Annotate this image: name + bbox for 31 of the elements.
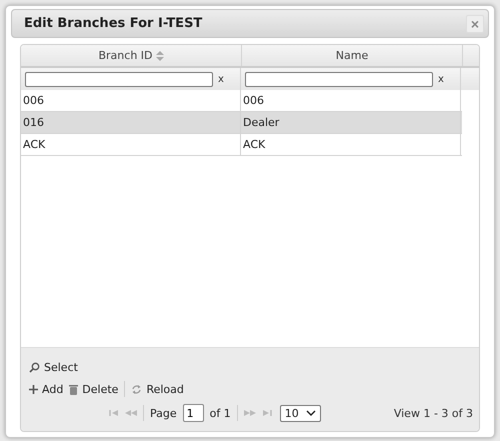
next-page-icon[interactable] bbox=[244, 409, 256, 417]
last-page-icon[interactable] bbox=[262, 409, 272, 417]
first-page-icon[interactable] bbox=[109, 409, 119, 417]
table-cell: 006 bbox=[21, 90, 241, 111]
table-cell: 006 bbox=[241, 90, 461, 111]
page-size-select[interactable]: 10 bbox=[280, 404, 321, 422]
record-summary: View 1 - 3 of 3 bbox=[394, 406, 473, 420]
page-label: Page bbox=[150, 406, 177, 420]
table-cell: 016 bbox=[21, 112, 241, 133]
reload-button[interactable]: Reload bbox=[131, 382, 184, 396]
table-row[interactable]: 016 Dealer bbox=[21, 112, 462, 134]
table-row[interactable]: ACK ACK bbox=[21, 134, 462, 156]
filter-field[interactable] bbox=[245, 72, 433, 86]
table-cell: ACK bbox=[241, 134, 461, 155]
reload-icon bbox=[131, 384, 142, 394]
table-cell: ACK bbox=[21, 134, 241, 155]
page-count: of 1 bbox=[210, 406, 231, 420]
filter-field[interactable] bbox=[25, 72, 213, 86]
dialog-title: Edit Branches For I-TEST bbox=[24, 16, 202, 31]
plus-icon bbox=[29, 384, 38, 394]
clear-filter-button[interactable]: x bbox=[213, 74, 224, 84]
chevron-icon bbox=[306, 410, 316, 416]
clear-filter-button[interactable]: x bbox=[433, 74, 444, 84]
add-button[interactable]: Add bbox=[29, 382, 64, 396]
page-field[interactable]: 1 bbox=[182, 404, 204, 422]
select-button[interactable]: Select bbox=[29, 361, 78, 374]
table-cell: Dealer bbox=[241, 112, 461, 133]
previous-page-icon[interactable] bbox=[125, 409, 137, 417]
trash-icon bbox=[69, 384, 78, 394]
delete-button[interactable]: Delete bbox=[69, 382, 118, 396]
search-icon bbox=[29, 362, 40, 373]
